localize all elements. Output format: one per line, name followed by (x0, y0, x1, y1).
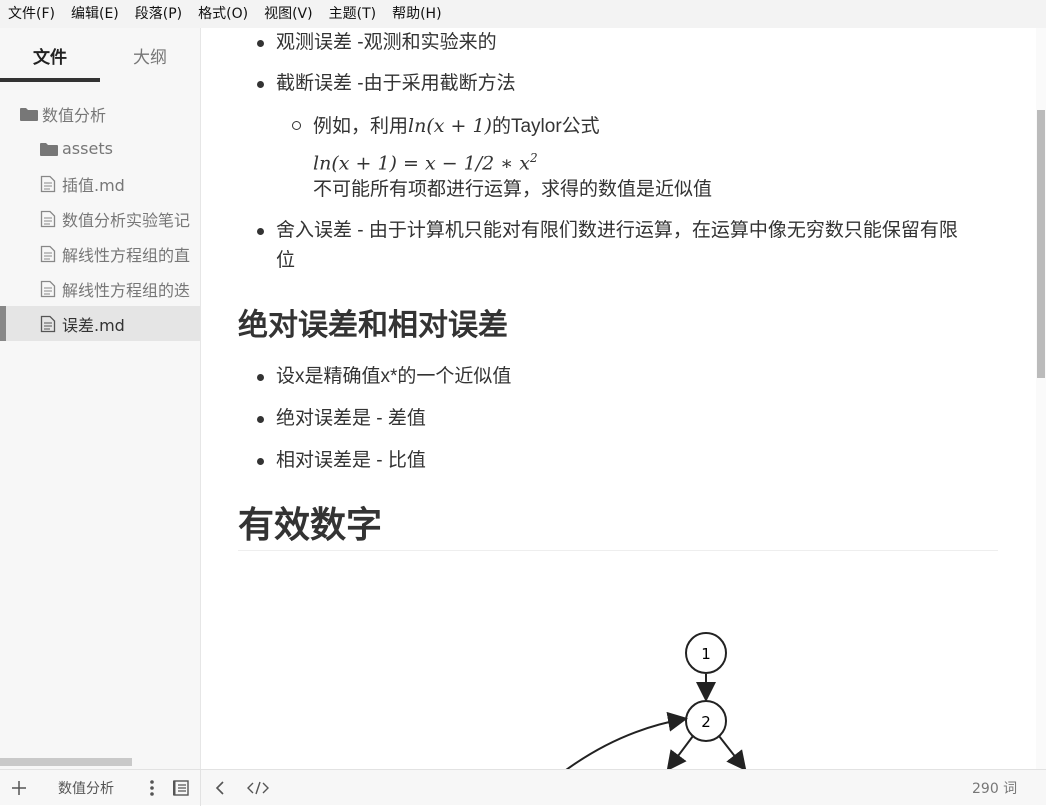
list-item-line1: 舍入误差 - 由于计算机只能对有限们数进行运算，在运算中像无穷数只能保留有限 (276, 220, 958, 241)
tree-label: 解线性方程组的迭 (62, 280, 191, 300)
folder-icon (20, 105, 40, 123)
heading-underline (238, 550, 998, 551)
tree-folder-root[interactable]: 数值分析 (0, 96, 200, 131)
tree-file-direct[interactable]: 解线性方程组的直 (0, 236, 200, 271)
editor-scrollbar-thumb[interactable] (1037, 110, 1045, 378)
menu-view[interactable]: 视图(V) (256, 0, 321, 28)
menu-file[interactable]: 文件(F) (0, 0, 63, 28)
graph-edge (565, 711, 688, 769)
file-icon (40, 210, 60, 228)
list-item: 相对误差是 - 比值 (257, 446, 426, 476)
source-code-icon[interactable] (246, 770, 270, 806)
editor-content[interactable]: 观测误差 -观测和实验来的 截断误差 -由于采用截断方法 例如，利用ln(x +… (201, 28, 1036, 769)
sidebar-tabs: 文件 大纲 (0, 28, 200, 82)
tab-outline[interactable]: 大纲 (100, 28, 200, 82)
heading-abs-rel-error: 绝对误差和相对误差 (238, 309, 508, 342)
sub-text-prefix: 例如，利用 (313, 116, 409, 137)
tree-folder-assets[interactable]: assets (0, 131, 200, 166)
list-item: 绝对误差是 - 差值 (257, 404, 426, 434)
graph-node-2-label: 2 (701, 713, 711, 731)
folder-icon (40, 140, 60, 158)
menu-help[interactable]: 帮助(H) (384, 0, 449, 28)
graph-diagram: 1 2 (565, 632, 747, 769)
tab-files[interactable]: 文件 (0, 28, 100, 82)
list-item: 观测误差 -观测和实验来的 (257, 28, 497, 58)
tree-label: 数值分析 (42, 105, 107, 125)
file-tree: 数值分析 assets 插值.md 数值分析实验笔记 解线性方程组的直 解线性方… (0, 96, 200, 341)
menu-paragraph[interactable]: 段落(P) (127, 0, 190, 28)
word-count: 290 词 (972, 781, 1018, 797)
menu-bar: 文件(F) 编辑(E) 段落(P) 格式(O) 视图(V) 主题(T) 帮助(H… (0, 0, 1046, 28)
list-item-line2: 位 (276, 250, 296, 271)
menu-edit[interactable]: 编辑(E) (63, 0, 127, 28)
tree-label: assets (62, 139, 113, 158)
sub-list-item: 例如，利用ln(x + 1)的Taylor公式 (292, 110, 600, 143)
tree-file-interp[interactable]: 插值.md (0, 166, 200, 201)
graph-edge (718, 735, 747, 769)
list-item: 截断误差 -由于采用截断方法 (257, 69, 516, 99)
outline-toggle-icon[interactable] (172, 770, 190, 806)
tree-file-notes[interactable]: 数值分析实验笔记 (0, 201, 200, 236)
sidebar-horizontal-scrollbar[interactable] (0, 758, 132, 766)
file-icon (40, 280, 60, 298)
sub-text-suffix: 的Taylor公式 (491, 116, 600, 137)
list-item: 舍入误差 - 由于计算机只能对有限们数进行运算，在运算中像无穷数只能保留有限 位 (257, 216, 958, 276)
formula-exponent: 2 (529, 151, 538, 165)
tree-file-iterative[interactable]: 解线性方程组的迭 (0, 271, 200, 306)
file-icon (40, 175, 60, 193)
graph-node-1-label: 1 (701, 645, 711, 663)
tree-label: 误差.md (62, 315, 125, 335)
plus-icon[interactable] (10, 770, 28, 806)
sub-note: 不可能所有项都进行运算，求得的数值是近似值 (313, 179, 713, 200)
list-item: 设x是精确值x*的一个近似值 (256, 362, 511, 392)
tree-file-error[interactable]: 误差.md (0, 306, 200, 341)
tree-label: 数值分析实验笔记 (62, 210, 191, 230)
inline-math: ln(x + 1) (408, 115, 492, 137)
more-options-icon[interactable] (145, 770, 159, 806)
graph-edge (666, 735, 694, 769)
tree-label: 插值.md (62, 175, 125, 195)
menu-theme[interactable]: 主题(T) (321, 0, 384, 28)
current-folder-label[interactable]: 数值分析 (58, 770, 114, 806)
divider (200, 770, 201, 806)
sidebar: 文件 大纲 数值分析 assets 插值.md 数值分析实验笔记 解线性方程组的… (0, 28, 201, 769)
chevron-left-icon[interactable] (212, 770, 228, 806)
formula-body: ln(x + 1) = x − 1/2 ∗ x (313, 152, 530, 175)
status-bar: 数值分析 290 词 (0, 769, 1046, 806)
tree-label: 解线性方程组的直 (62, 245, 191, 265)
file-icon (40, 315, 60, 333)
file-icon (40, 245, 60, 263)
heading-significant-digits: 有效数字 (238, 504, 383, 545)
menu-format[interactable]: 格式(O) (190, 0, 256, 28)
